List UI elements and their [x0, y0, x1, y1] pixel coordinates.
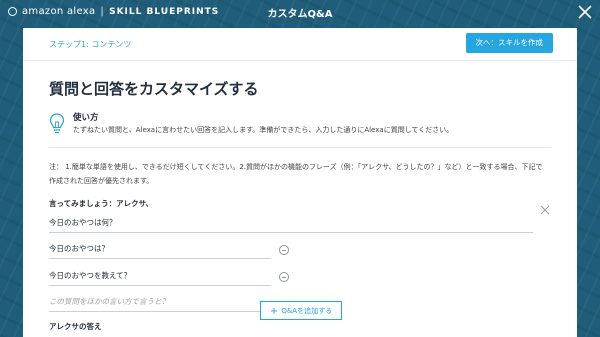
page-title: カスタムQ&A [267, 9, 333, 20]
top-bar: amazon alexa | SKILL BLUEPRINTS カスタムQ&A [0, 0, 600, 26]
question-input-1[interactable]: 今日のおやつは何？ [49, 214, 533, 233]
tip-title: 使い方 [73, 113, 99, 123]
alt-question-input[interactable]: この質問をほかの言い方で言うと？ [49, 293, 279, 312]
answer-label: アレクサの答え [49, 322, 102, 331]
next-create-skill-button[interactable]: 次へ：スキルを作成 [465, 33, 553, 53]
lightbulb-icon [49, 113, 65, 134]
close-icon[interactable] [577, 4, 593, 20]
note-text: 注： 1.簡単な単語を使用し、できるだけ短くしてください。2.質問がほかの機能の… [49, 163, 543, 185]
remove-question-icon[interactable] [279, 272, 289, 282]
section-heading: 質問と回答をカスタマイズする [49, 80, 259, 98]
remove-question-icon[interactable] [279, 245, 289, 255]
say-label: 言ってみましょう：アレクサ、 [49, 199, 153, 208]
question-input-3[interactable]: 今日のおやつを教えて？ [49, 267, 271, 286]
content-panel: ステップ1: コンテンツ 次へ：スキルを作成 質問と回答をカスタマイズする 使い… [23, 28, 577, 337]
divider [49, 147, 551, 148]
panel-header: ステップ1: コンテンツ 次へ：スキルを作成 [23, 28, 577, 61]
tip-description: たずねたい質問と、Alexaに言わせたい回答を記入します。準備ができたら、入力し… [73, 126, 454, 134]
add-qa-button[interactable]: + Q&Aを追加する [260, 301, 342, 320]
step-label: ステップ1: コンテンツ [49, 40, 132, 49]
plus-icon: + [269, 306, 279, 317]
add-qa-label: Q&Aを追加する [281, 307, 333, 315]
remove-qa-icon[interactable] [539, 204, 551, 216]
question-input-2[interactable]: 今日のおやつは？ [49, 240, 271, 259]
